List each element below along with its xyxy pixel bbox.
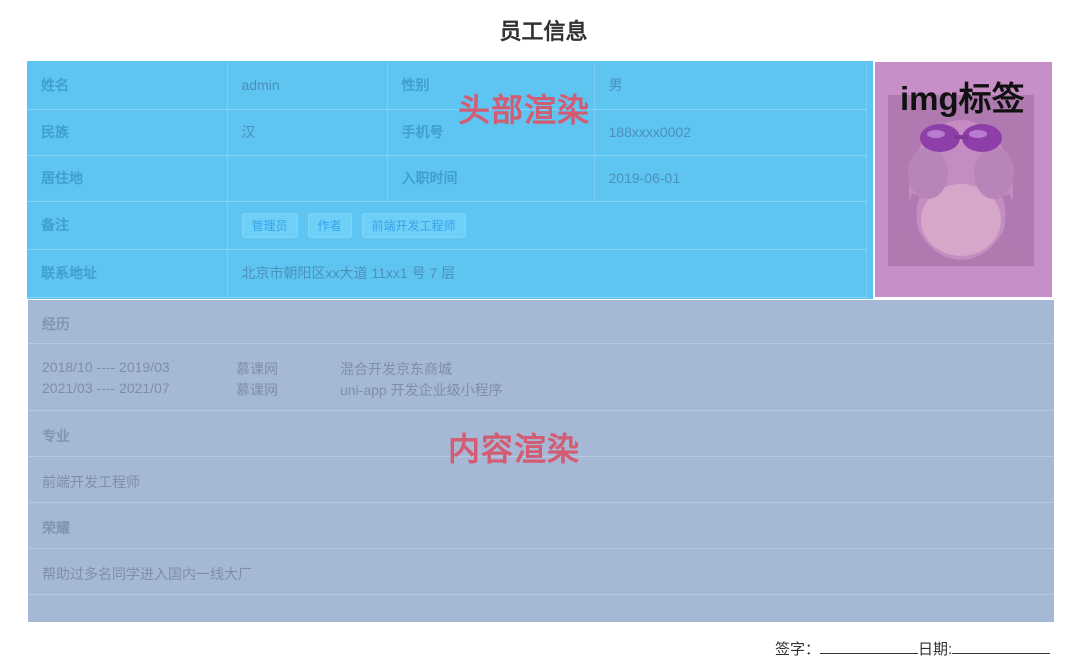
table-row: 民族 汉 手机号 188xxxx0002 — [27, 109, 867, 156]
experience-title: 经历 — [42, 316, 70, 332]
experience-list: 2018/10 ---- 2019/03 慕课网 混合开发京东商城 2021/0… — [28, 344, 1054, 411]
value-name: admin — [227, 61, 388, 110]
sign-label: 签字： — [775, 641, 821, 658]
tag-admin: 管理员 — [241, 212, 298, 238]
experience-period: 2018/10 ---- 2019/03 — [42, 359, 170, 375]
experience-period: 2021/03 ---- 2021/07 — [42, 380, 170, 396]
header-overlay-label: 头部渲染 — [458, 92, 591, 128]
date-underline — [952, 639, 1051, 654]
table-row: 联系地址 北京市朝阳区xx大道 11xx1 号 7 层 — [27, 249, 867, 298]
label-hire-date: 入职时间 — [387, 155, 595, 202]
experience-company: 慕课网 — [236, 361, 278, 377]
major-title: 专业 — [42, 428, 70, 444]
experience-project: 混合开发京东商城 — [340, 361, 452, 377]
table-row: 居住地 入职时间 2019-06-01 — [27, 155, 867, 202]
label-address: 联系地址 — [27, 249, 228, 298]
tag-author: 作者 — [307, 212, 352, 238]
experience-project: uni-app 开发企业级小程序 — [340, 382, 503, 398]
experience-header-row: 经历 — [28, 300, 1054, 344]
page-title: 员工信息 — [499, 19, 588, 44]
experience-company: 慕课网 — [236, 382, 278, 398]
honor-title: 荣耀 — [42, 520, 70, 536]
image-panel: img标签 — [875, 62, 1052, 297]
tag-list: 管理员 作者 前端开发工程师 — [241, 212, 853, 238]
value-remark: 管理员 作者 前端开发工程师 — [227, 201, 867, 250]
tag-frontend: 前端开发工程师 — [361, 212, 466, 238]
date-label: 日期: — [918, 641, 953, 658]
avatar-photo — [888, 95, 1034, 266]
value-hire-date: 2019-06-01 — [594, 155, 867, 202]
value-residence — [227, 155, 388, 202]
major-value: 前端开发工程师 — [42, 474, 140, 490]
table-row: 备注 管理员 作者 前端开发工程师 — [27, 201, 867, 250]
label-ethnicity: 民族 — [27, 109, 228, 156]
value-phone: 188xxxx0002 — [594, 109, 867, 156]
value-gender: 男 — [594, 61, 867, 110]
sign-underline — [820, 639, 919, 654]
content-overlay-label: 内容渲染 — [448, 431, 581, 467]
content-section: 经历 2018/10 ---- 2019/03 慕课网 混合开发京东商城 202… — [28, 300, 1054, 622]
honor-value: 帮助过多名同学进入国内一线大厂 — [42, 566, 252, 582]
table-row: 姓名 admin 性别 男 — [27, 61, 867, 110]
header-info-table: 姓名 admin 性别 男 民族 汉 手机号 188xxxx0002 居住地 入… — [27, 61, 867, 298]
honor-value-row: 帮助过多名同学进入国内一线大厂 — [28, 549, 1054, 595]
value-ethnicity: 汉 — [227, 109, 388, 156]
label-remark: 备注 — [27, 201, 228, 250]
honor-header-row: 荣耀 — [28, 503, 1054, 549]
signature-line: 签字： 日期: — [775, 638, 1051, 659]
value-address: 北京市朝阳区xx大道 11xx1 号 7 层 — [227, 249, 867, 298]
label-name: 姓名 — [27, 61, 228, 110]
header-section: 姓名 admin 性别 男 民族 汉 手机号 188xxxx0002 居住地 入… — [27, 61, 873, 299]
label-residence: 居住地 — [27, 155, 228, 202]
image-overlay-label: img标签 — [900, 80, 1025, 117]
